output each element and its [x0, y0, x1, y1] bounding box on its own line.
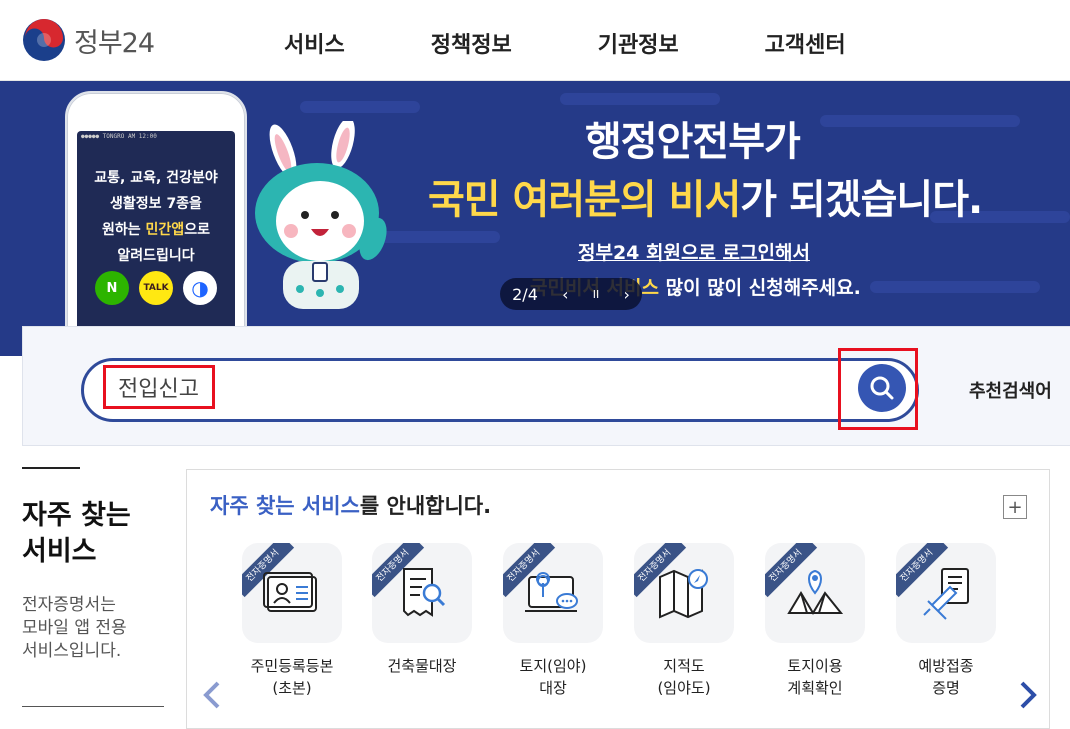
service-tile: 전자증명서: [765, 543, 865, 643]
banner-headline-rest: 가 되겠습니다.: [740, 177, 983, 223]
panel-title: 자주 찾는 서비스를 안내합니다.: [210, 490, 491, 520]
pager-prev-icon[interactable]: ‹: [562, 285, 568, 304]
recommended-search-label[interactable]: 추천검색어: [969, 377, 1052, 403]
phone-illustration: ●●●●● TONGRO AM 12:00 교통, 교육, 건강분야 생활정보 …: [65, 91, 247, 356]
section-description: 전자증명서는 모바일 앱 전용 서비스입니다.: [22, 594, 127, 663]
phone-screen: ●●●●● TONGRO AM 12:00 교통, 교육, 건강분야 생활정보 …: [77, 131, 235, 356]
service-label-line: 지적도: [663, 657, 705, 675]
search-icon: [870, 376, 894, 400]
service-item-land-use-plan[interactable]: 전자증명서 토지이용 계획확인: [750, 543, 880, 699]
service-label-line: 증명: [932, 679, 960, 697]
section-title-line: 자주 찾는: [22, 500, 131, 531]
banner-subtitle[interactable]: 정부24 회원으로 로그인해서: [578, 238, 810, 265]
nav-services[interactable]: 서비스: [284, 27, 345, 59]
syringe-icon: [923, 568, 969, 620]
toss-icon: ◑: [183, 271, 217, 305]
service-label: 지적도 (임야도): [619, 655, 749, 699]
service-label: 건축물대장: [357, 655, 487, 677]
service-item-vaccination-certificate[interactable]: 전자증명서 예방접종 증명: [881, 543, 1011, 699]
banner-title: 행정안전부가: [585, 119, 801, 165]
banner-subtitle-rest: 많이 많이 신청해주세요.: [658, 277, 861, 299]
document-search-icon: [403, 568, 446, 617]
service-label: 토지이용 계획확인: [750, 655, 880, 699]
phone-line: 생활정보 7종을: [110, 196, 202, 212]
service-tile: 전자증명서: [503, 543, 603, 643]
service-label-line: 계획확인: [787, 679, 843, 697]
service-item-cadastral-map[interactable]: 전자증명서 지적도 (임야도): [619, 543, 749, 699]
nav-agency-info[interactable]: 기관정보: [598, 27, 679, 59]
section-title: 자주 찾는 서비스: [22, 498, 131, 570]
service-label-line: 주민등록등본: [250, 657, 334, 675]
section-bottom-divider: [22, 706, 164, 707]
search-input[interactable]: [103, 365, 215, 409]
banner-pager: 2/4 ‹ II ›: [500, 278, 642, 310]
map-compass-icon: [659, 569, 708, 619]
panel-title-rest: 를 안내합니다.: [359, 494, 492, 518]
phone-line-part: 으로: [184, 222, 210, 238]
service-item-land-register[interactable]: 전자증명서 토지(임야) 대장: [488, 543, 618, 699]
naver-icon: N: [95, 271, 129, 305]
service-label: 토지(임야) 대장: [488, 655, 618, 699]
main-nav: 서비스 정책정보 기관정보 고객센터: [284, 27, 932, 59]
banner-headline: 국민 여러분의 비서가 되겠습니다.: [428, 167, 983, 225]
service-label-line: 토지(임야): [519, 657, 587, 675]
promo-banner[interactable]: ●●●●● TONGRO AM 12:00 교통, 교육, 건강분야 생활정보 …: [0, 81, 1070, 356]
banner-decor: [870, 281, 1040, 293]
description-line: 전자증명서는: [22, 595, 116, 615]
pager-pause-icon[interactable]: II: [593, 288, 600, 301]
banner-decor: [820, 115, 1020, 127]
service-label-line: 건축물대장: [387, 657, 457, 675]
banner-decor: [300, 101, 420, 113]
service-tile: 전자증명서: [634, 543, 734, 643]
search-button[interactable]: [858, 364, 906, 412]
pager-total: 4: [527, 284, 538, 304]
kakaotalk-icon: TALK: [139, 271, 173, 305]
app-icons: N TALK ◑: [95, 271, 217, 305]
rabbit-mascot-icon: [255, 121, 387, 309]
phone-line: 교통, 교육, 건강분야: [94, 170, 218, 186]
land-register-icon: [525, 572, 578, 612]
pager-current: 2: [512, 284, 523, 304]
service-tile: 전자증명서: [372, 543, 472, 643]
service-tile: 전자증명서: [242, 543, 342, 643]
phone-line-highlight: 민간앱: [145, 222, 185, 238]
pager-next-icon[interactable]: ›: [623, 285, 629, 304]
phone-line-part: 원하는: [102, 222, 146, 238]
nav-customer-center[interactable]: 고객센터: [765, 27, 846, 59]
service-tile: 전자증명서: [896, 543, 996, 643]
service-label-line: 예방접종: [918, 657, 974, 675]
service-label-line: (임야도): [657, 679, 711, 697]
carousel-next-icon[interactable]: [1016, 680, 1040, 710]
more-plus-icon[interactable]: +: [1003, 495, 1027, 519]
service-item-building-register[interactable]: 전자증명서 건축물대장: [357, 543, 487, 677]
service-item-resident-registration[interactable]: 전자증명서 주민등록등본 (초본): [227, 543, 357, 699]
pager-count: 2/4: [512, 285, 538, 304]
map-pin-icon: [787, 569, 844, 615]
description-line: 서비스입니다.: [22, 641, 122, 661]
carousel-prev-icon[interactable]: [200, 680, 224, 710]
phone-line: 알려드립니다: [117, 248, 195, 264]
nav-policy-info[interactable]: 정책정보: [431, 27, 512, 59]
phone-message: 교통, 교육, 건강분야 생활정보 7종을 원하는 민간앱으로 알려드립니다: [77, 165, 235, 269]
service-label-line: 대장: [539, 679, 567, 697]
logo-text: 정부24: [74, 27, 155, 59]
section-title-line: 서비스: [22, 536, 97, 567]
taegeuk-logo-icon: [23, 19, 65, 61]
section-divider: [22, 467, 80, 469]
banner-headline-highlight: 국민 여러분의 비서: [428, 177, 741, 223]
phone-line: 원하는 민간앱으로: [77, 217, 235, 243]
site-header: 정부24 서비스 정책정보 기관정보 고객센터: [0, 0, 1070, 81]
service-label-line: 토지이용: [787, 657, 843, 675]
id-card-icon: [263, 572, 317, 612]
service-label: 예방접종 증명: [881, 655, 1011, 699]
logo[interactable]: 정부24: [22, 18, 155, 62]
phone-status-bar: ●●●●● TONGRO AM 12:00: [81, 133, 157, 140]
service-label: 주민등록등본 (초본): [227, 655, 357, 699]
service-label-line: (초본): [272, 679, 312, 697]
banner-decor: [380, 231, 500, 243]
banner-decor: [560, 93, 720, 105]
panel-title-highlight[interactable]: 자주 찾는 서비스: [210, 494, 360, 518]
description-line: 모바일 앱 전용: [22, 618, 127, 638]
